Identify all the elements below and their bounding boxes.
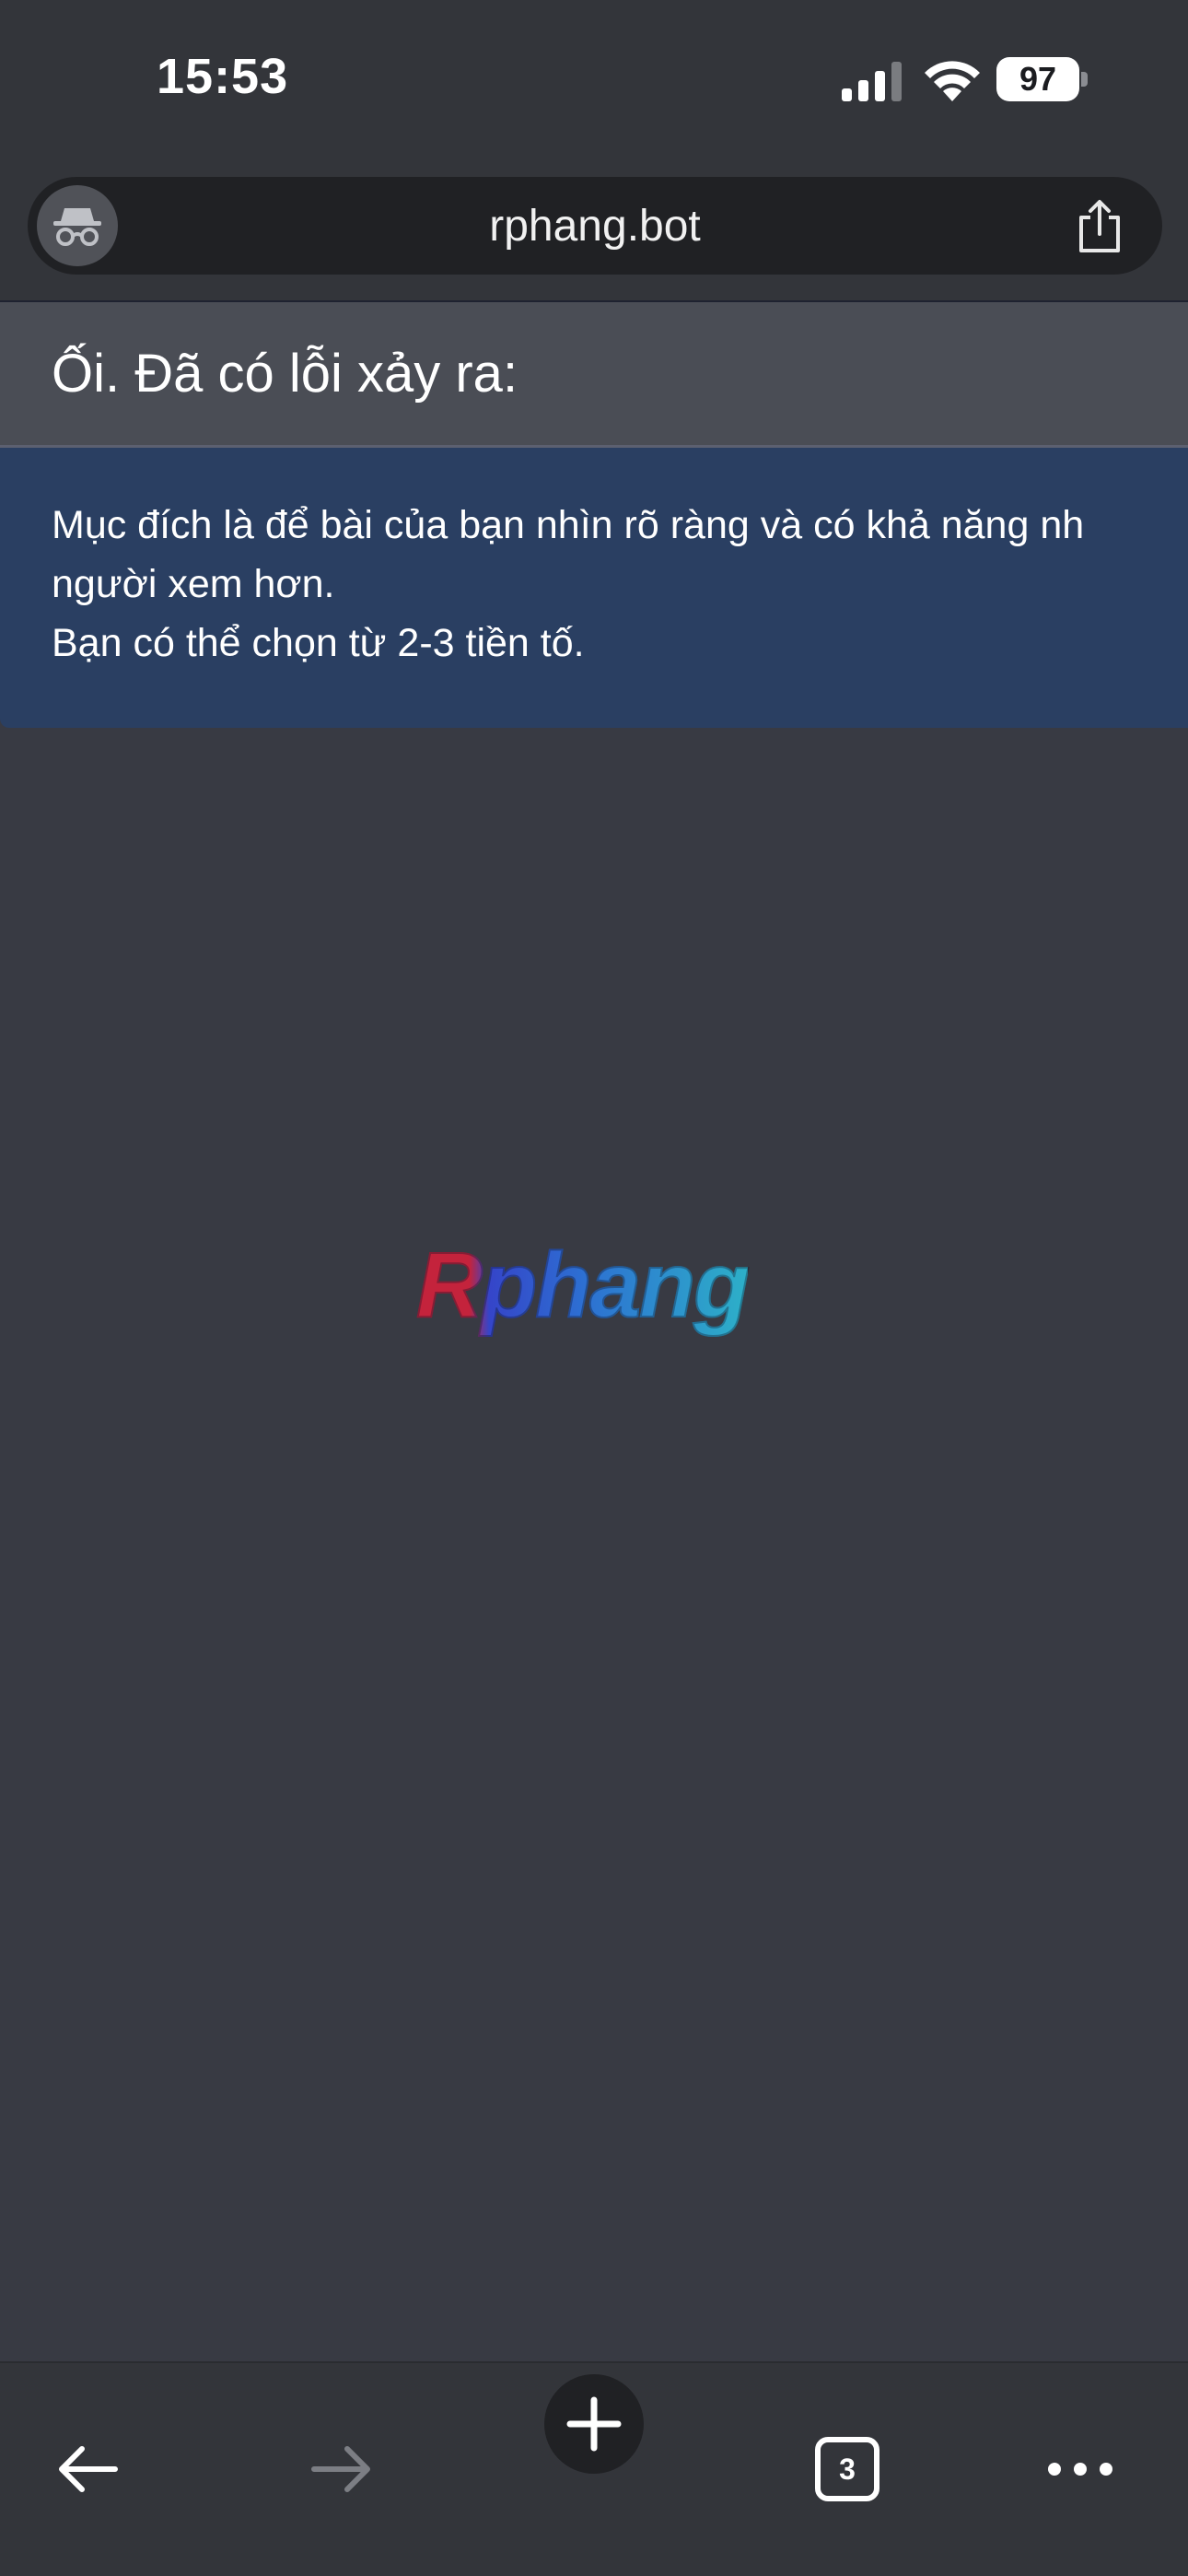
tabs-icon: 3 bbox=[815, 2437, 879, 2501]
status-bar: 15:53 97 bbox=[0, 0, 1188, 166]
page-content: Ối. Đã có lỗi xảy ra: Mục đích là để bài… bbox=[0, 300, 1188, 728]
error-alert-title: Ối. Đã có lỗi xảy ra: bbox=[0, 302, 1188, 448]
cellular-signal-icon bbox=[842, 62, 902, 101]
browser-screen: 15:53 97 rphang.bot Ối. Đã có lỗi xảy ra… bbox=[0, 0, 1188, 2576]
address-bar[interactable]: rphang.bot bbox=[28, 177, 1162, 275]
url-text[interactable]: rphang.bot bbox=[28, 177, 1162, 275]
error-message-line: Bạn có thể chọn từ 2-3 tiền tố. bbox=[52, 621, 585, 665]
plus-icon bbox=[566, 2396, 622, 2452]
top-toolbar: rphang.bot bbox=[0, 166, 1188, 300]
forward-button[interactable] bbox=[282, 2409, 402, 2529]
battery-cap bbox=[1081, 72, 1088, 87]
status-time: 15:53 bbox=[157, 49, 289, 104]
error-message-line: Mục đích là để bài của bạn nhìn rõ ràng … bbox=[52, 503, 1085, 547]
share-icon[interactable] bbox=[1074, 199, 1125, 254]
back-arrow-icon bbox=[59, 2446, 118, 2492]
forward-arrow-icon bbox=[311, 2446, 370, 2492]
tabs-button[interactable]: 3 bbox=[787, 2409, 907, 2529]
error-alert-message: Mục đích là để bài của bạn nhìn rõ ràng … bbox=[0, 448, 1188, 728]
rphang-logo: Rphang bbox=[415, 1233, 751, 1338]
error-message-line: người xem hơn. bbox=[52, 562, 335, 606]
wifi-icon bbox=[925, 61, 980, 101]
back-button[interactable] bbox=[28, 2409, 147, 2529]
more-menu-button[interactable] bbox=[1020, 2409, 1140, 2529]
more-icon bbox=[1048, 2463, 1112, 2476]
new-tab-button[interactable] bbox=[544, 2374, 644, 2474]
error-alert: Ối. Đã có lỗi xảy ra: Mục đích là để bài… bbox=[0, 300, 1188, 728]
battery-indicator: 97 bbox=[996, 57, 1079, 101]
bottom-toolbar: 3 bbox=[0, 2361, 1188, 2576]
